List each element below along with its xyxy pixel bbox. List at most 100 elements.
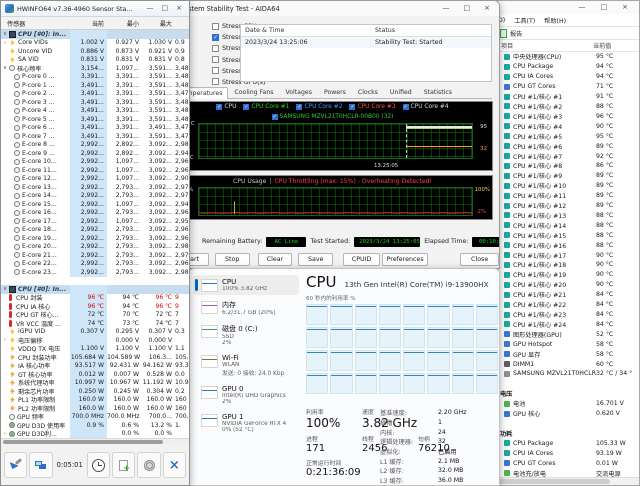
legend-item[interactable]: ✓ CPU Core #1 (243, 104, 289, 110)
checkbox-icon[interactable]: ✓ (402, 104, 409, 110)
sensor-row[interactable]: CPU #1/核心 #3 96 °C (496, 111, 639, 121)
sensor-row[interactable]: E-core 20... 2,992... 2,793... 3,092... 2,98… (1, 242, 189, 251)
stability-test-titlebar[interactable]: System Stability Test - AIDA64 — □ × (166, 1, 499, 16)
sensor-row[interactable]: E-core 21... 2,992... 2,793... 3,092... 2,97… (1, 251, 189, 260)
sensor-row[interactable]: P-core 7 ... 3,491... 3,391... 3,591... 3,47… (1, 132, 189, 141)
minimize-button[interactable]: — (576, 3, 589, 12)
sensor-row[interactable]: VR VCC 温度 ... 74 ℃ 73 ℃ 74 ℃ 7 (1, 319, 189, 328)
expand-icon[interactable]: › (1, 40, 9, 46)
close-button[interactable]: Close (460, 252, 499, 266)
sidebar-item-gpu-1[interactable]: GPU 1 NVIDIA GeForce RTX 4 0% (52 °C) (193, 410, 299, 436)
horizontal-scrollbar[interactable] (496, 477, 639, 485)
sensor-row[interactable]: SAMSUNG MZVL21T0HCLR-0...32 °C / 34 ° (496, 369, 639, 379)
legend-item[interactable]: ✓ CPU (216, 104, 236, 110)
expand-icon[interactable]: ∨ (1, 31, 9, 37)
sensor-row[interactable]: E-core 15... 2,992... 1,097... 3,092... 2,94… (1, 200, 189, 209)
sensor-row[interactable]: E-core 12... 2,992... 1,097... 3,092... 2,90… (1, 174, 189, 183)
sensor-row[interactable]: CPU #1/核心 #15 88 °C (496, 230, 639, 240)
sensor-row[interactable]: P-core 0 ... 3,391... 3,391... 3,591... 3,48… (1, 72, 189, 81)
sensor-row[interactable]: PL2 功率限制 160.0 W 160.0 W 160.0 W 160 (1, 404, 189, 413)
checkbox-icon[interactable] (212, 67, 219, 75)
sensor-tools-button[interactable] (4, 452, 28, 478)
legend-item-disk[interactable]: ✓ SAMSUNG MZVL21T0HCLR-00B00 (32) (271, 114, 393, 120)
sensor-row[interactable]: CPU #1/核心 #14 88 °C (496, 220, 639, 230)
close-button[interactable]: × (481, 4, 493, 13)
sensor-row[interactable]: CPU #1/核心 #11 89 °C (496, 191, 639, 201)
checkbox-icon[interactable] (212, 56, 219, 64)
sensor-row[interactable]: E-core 17... 2,992... 1,097... 3,092... 2,95… (1, 217, 189, 226)
cpuid-button[interactable]: CPUID (343, 252, 380, 266)
expand-icon[interactable]: › (1, 337, 9, 343)
sensor-row[interactable]: CPU #1/核心 #1 91 °C (496, 92, 639, 102)
legend-item[interactable]: ✓ CPU Core #4 (402, 104, 449, 110)
sidebar-item-wi-fi[interactable]: Wi-Fi WLAN 发送: 0 接收: 24.0 Kbp (193, 351, 299, 380)
close-button[interactable]: × (619, 3, 631, 12)
sensor-row[interactable]: 中央处理器(CPU) 95 °C (496, 52, 639, 62)
sensor-row[interactable]: E-core 19... 2,992... 2,793... 3,092... 2,96… (1, 234, 189, 243)
log-column-status[interactable]: Status (371, 27, 399, 34)
minimize-button[interactable]: — (144, 4, 157, 13)
sensor-row[interactable]: CPU #1/核心 #18 90 °C (496, 260, 639, 270)
hwinfo-titlebar[interactable]: HWiNFO64 v7.36-4960 Sensor Sta... — □ × (1, 1, 189, 17)
close-sensors-button[interactable]: × (162, 452, 186, 478)
sidebar-item--0-c-[interactable]: 磁盘 0 (C:) SSD 2% (193, 321, 299, 349)
horizontal-scrollbar[interactable] (1, 438, 189, 445)
sensor-row[interactable]: DIMM1 60 °C (496, 359, 639, 369)
checkbox-icon[interactable]: ✓ (216, 104, 223, 110)
sensor-row[interactable]: VDDQ TX 电压 1.100 V 1.100 V 1.100 V 1.1 (1, 344, 189, 353)
tab-cooling-fans[interactable]: Cooling Fans (228, 86, 279, 98)
tab-clocks[interactable]: Clocks (352, 86, 384, 98)
sensor-row[interactable]: P-core 1 ... 3,491... 3,391... 3,591... 3,48… (1, 81, 189, 90)
sensor-row[interactable]: CPU IA 核心 96 ℃ 94 ℃ 96 ℃ 9 (1, 302, 189, 311)
sensor-row[interactable]: GPU D3D 使用率 0.9 % 0.6 % 13.2 % 1. (1, 421, 189, 430)
sensor-row[interactable]: GPU 核心 0.620 V (496, 409, 639, 419)
checkbox-icon[interactable] (212, 44, 219, 52)
column-current[interactable]: 当前 (70, 19, 107, 28)
sensor-section-row[interactable]: 功耗 (496, 428, 639, 438)
scrollbar-thumb[interactable] (498, 479, 610, 484)
sensor-row[interactable]: CPU #1/核心 #5 95 °C (496, 131, 639, 141)
aida64-main-titlebar[interactable]: — □ × (496, 1, 639, 14)
tab-unified[interactable]: Unified (384, 86, 418, 98)
sensor-row[interactable]: E-core 8 ... 2,992... 2,892... 3,092... 2,98… (1, 140, 189, 149)
sensor-row[interactable]: 剩余芯片功率 0.250 W 0.245 W 0.304 W 0.2 (1, 387, 189, 396)
sensor-row[interactable]: P-core 2 ... 3,491... 3,391... 3,591... 3,47… (1, 89, 189, 98)
sensor-row[interactable]: E-core 9 ... 2,992... 2,892... 3,092... 2,94… (1, 149, 189, 158)
sensor-row[interactable]: CPU IA Cores 94 °C (496, 72, 639, 82)
sensor-row[interactable]: CPU Package 105.33 W (496, 438, 639, 448)
sensor-row[interactable]: CPU IA Cores 93.19 W (496, 448, 639, 458)
sensor-section-row[interactable]: 电压 (496, 389, 639, 399)
log-column-datetime[interactable]: Date & Time (241, 27, 371, 34)
sensor-group-row[interactable]: ∨ CPU [#0]: In... (1, 30, 189, 39)
checkbox-icon[interactable]: ✓ (243, 104, 250, 110)
sensor-row[interactable]: 系统代理功率 10.997 W 10.967 W 11.192 W 10.9 (1, 378, 189, 387)
sensor-row[interactable]: E-core 13... 2,992... 2,793... 3,092... 2,97… (1, 183, 189, 192)
legend-item[interactable]: ✓ CPU Core #2 (296, 104, 342, 110)
sensor-row[interactable]: CPU #1/核心 #7 92 °C (496, 151, 639, 161)
sensor-row[interactable]: CPU #1/核心 #21 84 °C (496, 290, 639, 300)
expand-icon[interactable]: › (1, 431, 9, 437)
sensor-row[interactable]: › Core VIDs 1.002 V 0.927 V 1.030 V 0.9 (1, 38, 189, 47)
expand-icon[interactable]: ∨ (1, 286, 9, 292)
checkbox-icon[interactable]: ✓ (296, 104, 303, 110)
tab-powers[interactable]: Powers (318, 86, 352, 98)
sensor-row[interactable]: E-core 23... 2,992... 2,793... 3,092... 2,98… (1, 268, 189, 277)
checkbox-icon[interactable] (212, 78, 219, 86)
report-button[interactable]: 报告 (510, 29, 522, 38)
sensor-row[interactable]: CPU GT 核心... 72 ℃ 70 ℃ 72 ℃ 7 (1, 310, 189, 319)
sensor-row[interactable]: › 电压偏移 0.000 V 0.000 V (1, 336, 189, 345)
column-min[interactable]: 最小 (107, 19, 142, 28)
sensor-row[interactable]: E-core 14... 2,992... 2,793... 3,092... 2,97… (1, 191, 189, 200)
sensor-row[interactable]: CPU #1/核心 #2 88 °C (496, 102, 639, 112)
sensor-row[interactable]: CPU #1/核心 #20 90 °C (496, 280, 639, 290)
sensor-row[interactable]: CPU #1/核心 #17 90 °C (496, 250, 639, 260)
sensor-row[interactable]: P-core 6 ... 3,491... 3,391... 3,491... 3,47… (1, 123, 189, 132)
maximize-button[interactable]: □ (159, 4, 172, 13)
sensor-row[interactable]: CPU #1/核心 #16 88 °C (496, 240, 639, 250)
clear-button[interactable]: Clear (257, 252, 293, 266)
logging-button[interactable] (112, 452, 136, 478)
sensor-row[interactable]: SA VID 0.831 V 0.831 V 0.831 V 0.8 (1, 55, 189, 64)
legend-item[interactable]: ✓ CPU Core #3 (349, 104, 396, 110)
sidebar-item-gpu-0[interactable]: GPU 0 Intel(R) UHD Graphics 2% (193, 382, 299, 408)
sensor-row[interactable]: E-core 11... 2,992... 1,097... 3,092... 2,96… (1, 166, 189, 175)
